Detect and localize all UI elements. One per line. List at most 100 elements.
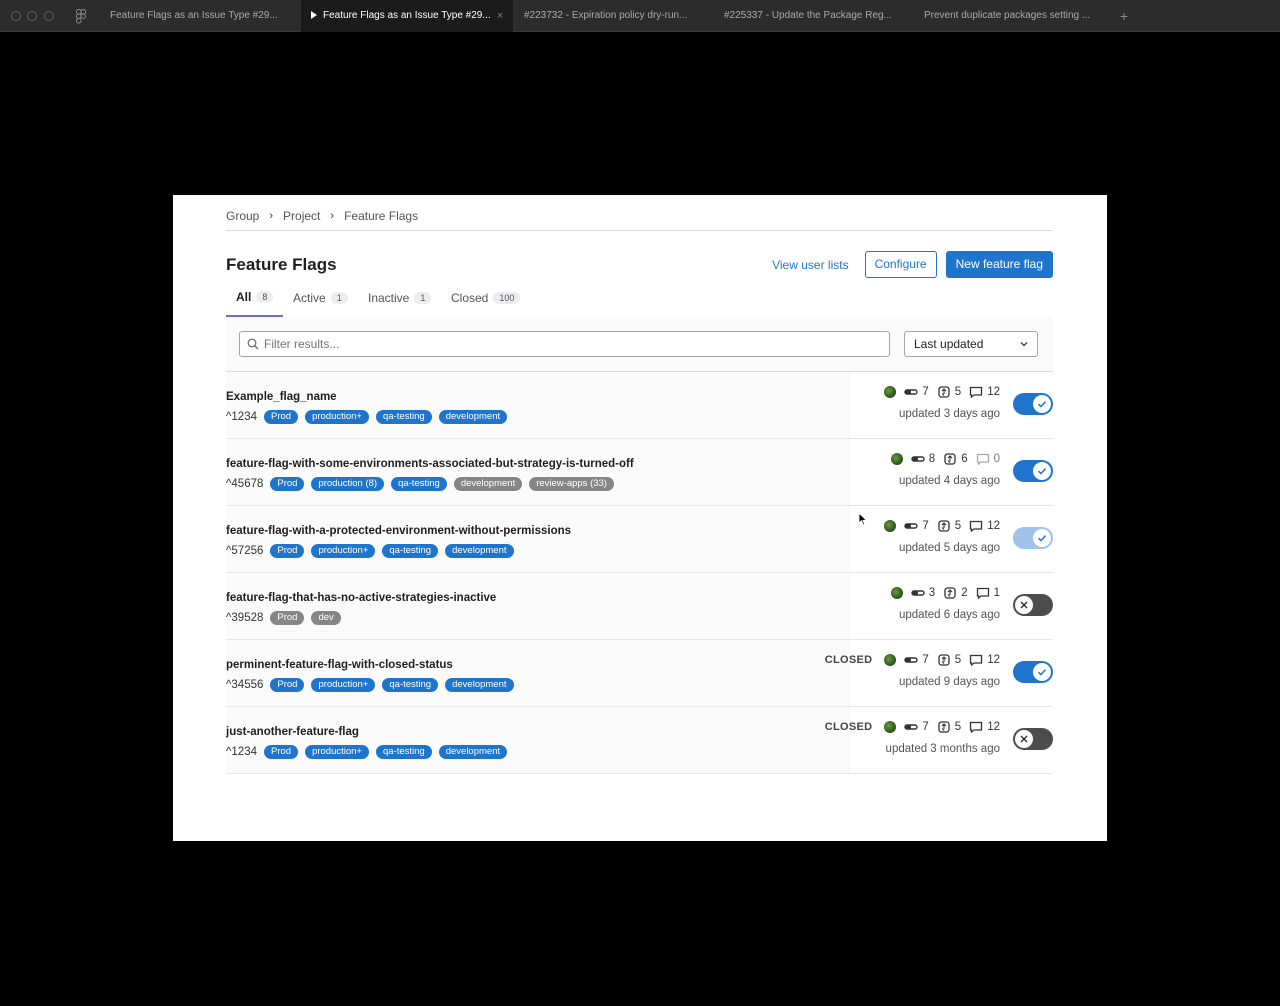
flag-id: ^57256 (226, 545, 264, 557)
environment-badge[interactable]: Prod (263, 745, 299, 759)
environment-badge[interactable]: production+ (311, 544, 376, 558)
flag-name[interactable]: feature-flag-that-has-no-active-strategi… (226, 592, 496, 604)
sort-selected-value: Last updated (914, 337, 984, 351)
updated-timestamp: updated 5 days ago (898, 542, 1000, 554)
new-feature-flag-button[interactable]: New feature flag (945, 251, 1053, 278)
configure-button[interactable]: Configure (864, 251, 937, 278)
flag-toggle[interactable] (1013, 728, 1053, 750)
updated-timestamp: updated 6 days ago (898, 609, 1000, 621)
row-background (226, 573, 851, 639)
environment-badge[interactable]: qa-testing (382, 544, 439, 558)
window-close-icon[interactable] (11, 11, 21, 21)
tab-active[interactable]: Active 1 (283, 285, 358, 317)
comments-count: 1 (993, 587, 1000, 599)
avatar[interactable] (884, 520, 897, 532)
tab-close-icon[interactable]: × (497, 0, 503, 32)
toggle-knob (1033, 529, 1051, 547)
breadcrumb-separator: › (269, 210, 274, 222)
window-minimize-icon[interactable] (27, 11, 37, 21)
breadcrumb-group[interactable]: Group (226, 209, 259, 223)
close-icon (1020, 601, 1028, 609)
browser-tab-3[interactable]: #223732 - Expiration policy dry-run... (514, 0, 714, 32)
browser-tab-5[interactable]: Prevent duplicate packages setting ... (914, 0, 1114, 32)
links-count: 7 (922, 654, 929, 666)
header-actions: View user lists Configure New feature fl… (772, 251, 1053, 278)
environment-badge[interactable]: qa-testing (382, 678, 439, 692)
environment-badge[interactable]: development (438, 410, 508, 424)
flag-meta: 3 2 1 (890, 587, 1000, 599)
flag-name[interactable]: perminent-feature-flag-with-closed-statu… (226, 659, 453, 671)
flag-details: ^1234 Prod production+ qa-testing developmen… (226, 410, 514, 424)
flag-toggle[interactable] (1013, 661, 1053, 683)
environment-badge[interactable]: development (453, 477, 523, 491)
page-title: Feature Flags (226, 255, 337, 274)
environment-badge[interactable]: Prod (270, 544, 305, 558)
environment-badge[interactable]: review-apps (33) (529, 477, 614, 491)
figma-logo-icon[interactable] (76, 9, 86, 24)
browser-tab-2[interactable]: Feature Flags as an Issue Type #29... (301, 0, 513, 32)
breadcrumb-feature-flags[interactable]: Feature Flags (344, 209, 418, 223)
flag-name[interactable]: Example_flag_name (226, 391, 337, 403)
breadcrumb-project[interactable]: Project (283, 209, 320, 223)
flag-name[interactable]: feature-flag-with-a-protected-environmen… (226, 525, 571, 537)
flag-toggle[interactable] (1013, 393, 1053, 415)
flag-details: ^45678 Prod production (8) qa-testing develo… (226, 477, 621, 491)
avatar[interactable] (884, 654, 897, 666)
row-background (226, 640, 851, 706)
flag-toggle[interactable] (1013, 594, 1053, 616)
environment-badge[interactable]: Prod (270, 477, 305, 491)
issues-icon (938, 721, 950, 733)
links-count: 8 (928, 453, 936, 465)
environment-badge[interactable]: production+ (305, 745, 369, 759)
toggle-knob (1033, 395, 1051, 413)
view-user-lists-link[interactable]: View user lists (772, 258, 848, 272)
environment-badge[interactable]: dev (311, 611, 341, 625)
toggle-knob (1015, 596, 1033, 614)
environment-badge[interactable]: qa-testing (375, 410, 432, 424)
flag-name[interactable]: feature-flag-with-some-environments-asso… (226, 458, 634, 470)
sort-dropdown[interactable]: Last updated (904, 331, 1038, 357)
toggle-knob (1033, 663, 1051, 681)
tab-label: Inactive (368, 291, 410, 305)
search-input[interactable] (239, 331, 890, 357)
updated-timestamp: updated 4 days ago (898, 475, 1000, 487)
window-maximize-icon[interactable] (44, 11, 54, 21)
avatar[interactable] (884, 721, 897, 733)
flag-toggle[interactable] (1013, 460, 1053, 482)
tab-label: Feature Flags as an Issue Type #29... (323, 10, 491, 21)
environment-badge[interactable]: Prod (263, 410, 299, 424)
environment-badge[interactable]: production (8) (311, 477, 385, 491)
link-icon (911, 590, 925, 596)
flag-meta: 8 6 0 (890, 453, 1000, 465)
flag-toggle[interactable] (1013, 527, 1053, 549)
environment-badge[interactable]: Prod (270, 678, 305, 692)
browser-tab-1[interactable]: Feature Flags as an Issue Type #29... (100, 0, 300, 32)
tab-inactive[interactable]: Inactive 1 (358, 285, 441, 317)
comment-icon (976, 587, 989, 599)
environment-badge[interactable]: production+ (311, 678, 376, 692)
flag-id: ^39528 (226, 612, 264, 624)
table-row: feature-flag-with-some-environments-asso… (226, 439, 1053, 506)
environment-badge[interactable]: Prod (270, 611, 305, 625)
issues-count: 2 (961, 587, 968, 599)
table-row: perminent-feature-flag-with-closed-statu… (226, 640, 1053, 707)
tab-all[interactable]: All 8 (226, 285, 284, 317)
flag-details: ^34556 Prod production+ qa-testing developme… (226, 678, 521, 692)
flag-name[interactable]: just-another-feature-flag (226, 726, 359, 738)
links-count: 7 (922, 721, 929, 733)
browser-tab-4[interactable]: #225337 - Update the Package Reg... (714, 0, 914, 32)
row-background (226, 506, 851, 572)
environment-badge[interactable]: development (445, 544, 514, 558)
new-tab-button[interactable]: + (1120, 0, 1128, 32)
environment-badge[interactable]: production+ (305, 410, 369, 424)
environment-badge[interactable]: development (438, 745, 508, 759)
environment-badge[interactable]: development (445, 678, 514, 692)
tab-closed[interactable]: Closed 100 (441, 285, 530, 317)
avatar[interactable] (890, 587, 903, 599)
comments-count: 12 (987, 520, 1000, 532)
environment-badge[interactable]: qa-testing (375, 745, 432, 759)
environment-badge[interactable]: qa-testing (391, 477, 447, 491)
issues-count: 5 (954, 654, 962, 666)
avatar[interactable] (884, 386, 897, 398)
avatar[interactable] (890, 453, 903, 465)
